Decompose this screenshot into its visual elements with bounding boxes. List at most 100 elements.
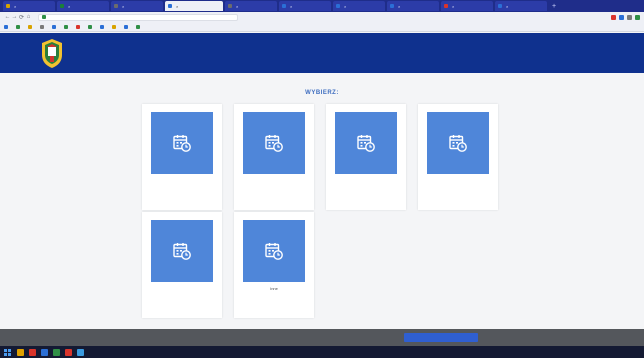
taskbar-apps: [17, 348, 89, 356]
tab-favicon-icon: [444, 4, 448, 8]
taskbar-app-icon[interactable]: [41, 348, 48, 356]
bookmark-icon: [64, 24, 68, 29]
schedule-option-card[interactable]: [142, 212, 222, 318]
tab-close-icon[interactable]: ×: [176, 4, 178, 9]
bookmark-item[interactable]: [4, 24, 10, 29]
calendar-clock-icon: [357, 135, 375, 152]
bookmark-item[interactable]: [16, 24, 22, 29]
tab-favicon-icon: [336, 4, 340, 8]
bookmark-icon: [88, 24, 92, 29]
bookmark-item[interactable]: [100, 24, 106, 29]
card-grid: Inne: [142, 104, 500, 318]
card-tile[interactable]: [243, 112, 305, 174]
taskbar-app-icon[interactable]: [65, 348, 72, 356]
cookie-accept-button[interactable]: [404, 333, 478, 342]
tab-favicon-icon: [498, 4, 502, 8]
tab-close-icon[interactable]: ×: [14, 4, 16, 9]
schedule-option-card[interactable]: [418, 104, 498, 210]
forward-icon[interactable]: →: [11, 14, 18, 20]
tab-favicon-icon: [6, 4, 10, 8]
lock-icon: [42, 15, 46, 19]
bookmark-item[interactable]: [88, 24, 94, 29]
extension-icon[interactable]: [627, 14, 632, 20]
bookmark-icon: [112, 24, 116, 29]
cookie-bar: [0, 329, 644, 346]
bookmark-icon: [4, 24, 8, 29]
bookmark-icon: [16, 24, 20, 29]
extension-icon[interactable]: [635, 14, 640, 20]
browser-tab[interactable]: ×: [3, 1, 55, 11]
card-tile[interactable]: [243, 220, 305, 282]
reload-icon[interactable]: ⟳: [18, 14, 25, 21]
schedule-option-card[interactable]: [234, 104, 314, 210]
card-label: Inne: [270, 286, 278, 291]
tab-favicon-icon: [60, 4, 64, 8]
card-tile[interactable]: [335, 112, 397, 174]
browser-tab[interactable]: ×: [111, 1, 163, 11]
home-icon[interactable]: ⌂: [25, 14, 32, 20]
card-tile[interactable]: [151, 220, 213, 282]
tab-favicon-icon: [390, 4, 394, 8]
bookmark-item[interactable]: [52, 24, 58, 29]
card-tile[interactable]: [427, 112, 489, 174]
browser-tab[interactable]: ×: [387, 1, 439, 11]
taskbar-app-icon[interactable]: [29, 348, 36, 356]
calendar-clock-icon: [265, 135, 283, 152]
browser-tab[interactable]: ×: [333, 1, 385, 11]
browser-tab[interactable]: ×: [441, 1, 493, 11]
card-tile[interactable]: [151, 112, 213, 174]
bookmark-item[interactable]: [64, 24, 70, 29]
browser-tab[interactable]: ×: [57, 1, 109, 11]
browser-toolbar: ← → ⟳ ⌂: [0, 12, 644, 22]
schedule-option-card[interactable]: [142, 104, 222, 210]
browser-tab[interactable]: ×: [165, 1, 223, 11]
tab-close-icon[interactable]: ×: [398, 4, 400, 9]
taskbar-app-icon[interactable]: [53, 348, 60, 356]
back-icon[interactable]: ←: [4, 14, 11, 20]
tab-close-icon[interactable]: ×: [236, 4, 238, 9]
browser-tab[interactable]: ×: [225, 1, 277, 11]
extension-icons: [608, 14, 640, 20]
tab-close-icon[interactable]: ×: [506, 4, 508, 9]
bookmark-item[interactable]: [112, 24, 118, 29]
calendar-clock-icon: [173, 243, 191, 260]
bookmark-icon: [52, 24, 56, 29]
os-taskbar: [0, 346, 644, 358]
tab-close-icon[interactable]: ×: [68, 4, 70, 9]
new-tab-icon[interactable]: +: [549, 3, 559, 10]
calendar-clock-icon: [265, 243, 283, 260]
start-menu-icon[interactable]: [4, 348, 11, 356]
bookmark-item[interactable]: [40, 24, 46, 29]
university-crest-icon[interactable]: [40, 37, 64, 69]
bookmark-icon: [28, 24, 32, 29]
bookmark-icon: [76, 24, 80, 29]
browser-tab[interactable]: ×: [279, 1, 331, 11]
tab-close-icon[interactable]: ×: [122, 4, 124, 9]
browser-tab[interactable]: ×: [495, 1, 547, 11]
bookmark-item[interactable]: [28, 24, 34, 29]
taskbar-app-icon[interactable]: [17, 348, 24, 356]
bookmark-item[interactable]: [124, 24, 130, 29]
tab-favicon-icon: [168, 4, 172, 8]
taskbar-app-icon[interactable]: [77, 348, 84, 356]
bookmarks-bar: [0, 22, 644, 32]
tab-favicon-icon: [228, 4, 232, 8]
bookmark-item[interactable]: [76, 24, 82, 29]
extension-icon[interactable]: [619, 14, 624, 20]
bookmark-icon: [100, 24, 104, 29]
schedule-option-card[interactable]: [326, 104, 406, 210]
tab-favicon-icon: [282, 4, 286, 8]
address-bar[interactable]: [38, 13, 238, 21]
tab-close-icon[interactable]: ×: [344, 4, 346, 9]
schedule-option-card[interactable]: Inne: [234, 212, 314, 318]
extension-icon[interactable]: [611, 14, 616, 20]
tab-close-icon[interactable]: ×: [290, 4, 292, 9]
calendar-clock-icon: [173, 135, 191, 152]
bookmark-item[interactable]: [136, 24, 142, 29]
bookmark-icon: [136, 24, 140, 29]
calendar-clock-icon: [449, 135, 467, 152]
page-heading: WYBIERZ:: [305, 90, 339, 96]
tab-close-icon[interactable]: ×: [452, 4, 454, 9]
browser-tab-strip: × × × × × × × × × × +: [0, 0, 644, 12]
tab-favicon-icon: [114, 4, 118, 8]
